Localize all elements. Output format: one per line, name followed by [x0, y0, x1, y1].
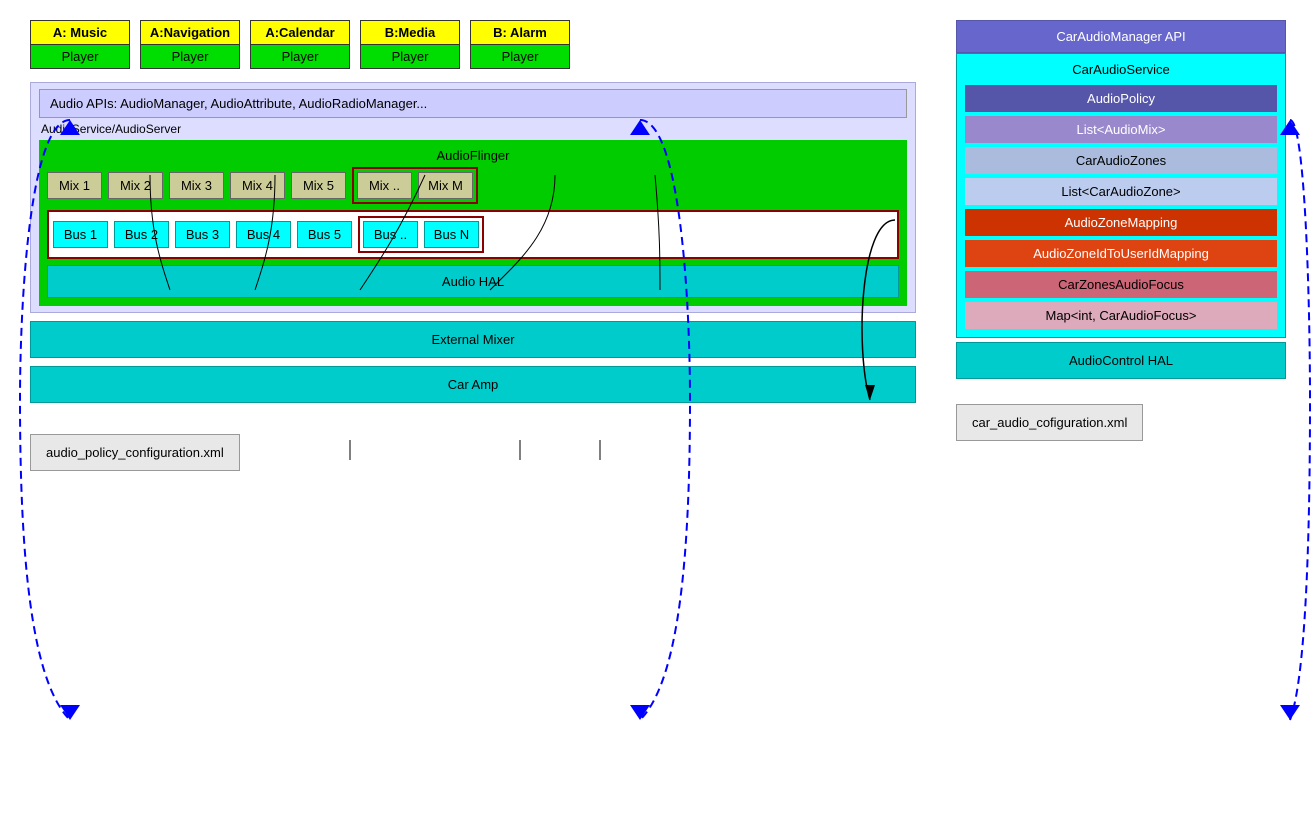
external-mixer: External Mixer — [30, 321, 916, 358]
app-media-title: B:Media — [361, 21, 459, 45]
car-audio-service-label: CarAudioService — [965, 62, 1277, 77]
app-music-player: Player — [31, 45, 129, 68]
right-panel: CarAudioManager API CarAudioService Audi… — [956, 20, 1286, 815]
left-xml-box: audio_policy_configuration.xml — [30, 434, 240, 471]
left-panel: A: Music Player A:Navigation Player A:Ca… — [30, 20, 916, 815]
mix-box-1: Mix 1 — [47, 172, 102, 199]
app-box-navigation: A:Navigation Player — [140, 20, 240, 69]
app-box-calendar: A:Calendar Player — [250, 20, 350, 69]
app-media-player: Player — [361, 45, 459, 68]
layer-audiozone-mapping: AudioZoneMapping — [965, 209, 1277, 236]
app-box-media: B:Media Player — [360, 20, 460, 69]
mix-red-group: Mix .. Mix M — [352, 167, 478, 204]
api-layer: Audio APIs: AudioManager, AudioAttribute… — [39, 89, 907, 118]
mix-box-3: Mix 3 — [169, 172, 224, 199]
audioservice-label: AudioService/AudioServer — [39, 118, 907, 140]
bus-box-1: Bus 1 — [53, 221, 108, 248]
bus-box-dots: Bus .. — [363, 221, 418, 248]
audioflinger-container: AudioFlinger Mix 1 Mix 2 Mix 3 Mix 4 Mix… — [39, 140, 907, 306]
layer-carzones-audiofocus: CarZonesAudioFocus — [965, 271, 1277, 298]
app-music-title: A: Music — [31, 21, 129, 45]
app-box-alarm: B: Alarm Player — [470, 20, 570, 69]
audioflinger-label: AudioFlinger — [47, 148, 899, 163]
mix-box-dots: Mix .. — [357, 172, 412, 199]
layer-audiozone-id-mapping: AudioZoneIdToUserIdMapping — [965, 240, 1277, 267]
bus-box-2: Bus 2 — [114, 221, 169, 248]
mix-box-5: Mix 5 — [291, 172, 346, 199]
layer-caraudiozones: CarAudioZones — [965, 147, 1277, 174]
layer-map-caraudiofocus: Map<int, CarAudioFocus> — [965, 302, 1277, 329]
app-row: A: Music Player A:Navigation Player A:Ca… — [30, 20, 916, 69]
bus-row: Bus 1 Bus 2 Bus 3 Bus 4 Bus 5 Bus .. Bus… — [53, 216, 893, 253]
bus-box-4: Bus 4 — [236, 221, 291, 248]
car-audio-service-container: CarAudioService AudioPolicy List<AudioMi… — [956, 53, 1286, 338]
app-box-music: A: Music Player — [30, 20, 130, 69]
layer-audio-policy: AudioPolicy — [965, 85, 1277, 112]
mix-box-4: Mix 4 — [230, 172, 285, 199]
layer-list-caraudiozone: List<CarAudioZone> — [965, 178, 1277, 205]
right-xml-box: car_audio_cofiguration.xml — [956, 404, 1143, 441]
app-navigation-player: Player — [141, 45, 239, 68]
audio-hal: Audio HAL — [47, 265, 899, 298]
bus-box-5: Bus 5 — [297, 221, 352, 248]
app-alarm-player: Player — [471, 45, 569, 68]
bus-box-n: Bus N — [424, 221, 479, 248]
app-navigation-title: A:Navigation — [141, 21, 239, 45]
bus-container: Bus 1 Bus 2 Bus 3 Bus 4 Bus 5 Bus .. Bus… — [47, 210, 899, 259]
app-alarm-title: B: Alarm — [471, 21, 569, 45]
mix-box-2: Mix 2 — [108, 172, 163, 199]
car-audio-api: CarAudioManager API — [956, 20, 1286, 53]
mix-box-m: Mix M — [418, 172, 473, 199]
audioservice-wrapper: Audio APIs: AudioManager, AudioAttribute… — [30, 82, 916, 313]
layer-list-audiomix: List<AudioMix> — [965, 116, 1277, 143]
bus-box-3: Bus 3 — [175, 221, 230, 248]
bus-red-group: Bus .. Bus N — [358, 216, 484, 253]
app-calendar-title: A:Calendar — [251, 21, 349, 45]
car-amp: Car Amp — [30, 366, 916, 403]
audio-control-hal: AudioControl HAL — [956, 342, 1286, 379]
app-calendar-player: Player — [251, 45, 349, 68]
